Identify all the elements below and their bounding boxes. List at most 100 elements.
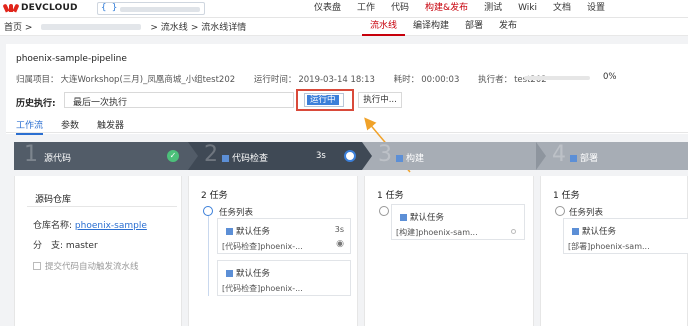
subtab-compile-build[interactable]: 编译构建 bbox=[405, 18, 457, 36]
stage-number: 2 bbox=[204, 142, 218, 167]
status-dot-icon bbox=[511, 229, 516, 234]
task-type-icon bbox=[572, 228, 579, 235]
task-card[interactable]: 默认任务 [构建]phoenix-sam... bbox=[391, 204, 525, 240]
timeline-clock-icon bbox=[555, 206, 565, 216]
build-column: 1 任务 默认任务 [构建]phoenix-sam... bbox=[364, 176, 534, 326]
sub-header: 首页 > > 流水线 > 流水线详情 流水线 编译构建 部署 发布 bbox=[0, 18, 688, 36]
task-count: 1 任务 bbox=[553, 191, 580, 201]
top-navbar: DEVCLOUD { } 仪表盘 工作 代码 构建&发布 测试 Wiki 文档 … bbox=[0, 0, 688, 18]
history-select[interactable]: 最后一次执行 bbox=[64, 92, 294, 108]
stage-code-check[interactable]: 2 代码检查 3s bbox=[188, 142, 362, 170]
nav-dashboard[interactable]: 仪表盘 bbox=[306, 0, 349, 18]
task-type-icon bbox=[226, 228, 233, 235]
timeline-line bbox=[208, 216, 209, 296]
executor-label: 执行者： bbox=[478, 75, 513, 85]
code-braces-icon: { } bbox=[101, 3, 118, 13]
history-label: 历史执行: bbox=[16, 99, 56, 109]
task-card[interactable]: 默认任务 [部署]phoenix-sam... bbox=[563, 218, 688, 254]
history-selected-value: 最后一次执行 bbox=[73, 98, 128, 108]
task-card[interactable]: 默认任务 [代码检查]phoenix-... bbox=[217, 260, 351, 296]
stage-number: 4 bbox=[552, 142, 566, 167]
tabs-divider bbox=[6, 132, 688, 133]
task-name: 默认任务 bbox=[410, 213, 445, 223]
stage-number: 3 bbox=[378, 142, 392, 167]
breadcrumb-pipeline[interactable]: > 流水线 bbox=[150, 20, 187, 33]
repo-divider bbox=[27, 206, 177, 207]
nav-work[interactable]: 工作 bbox=[349, 0, 383, 18]
task-name: 默认任务 bbox=[236, 227, 271, 237]
stage-name: 构建 bbox=[406, 154, 425, 164]
stage-build[interactable]: 3 构建 bbox=[362, 142, 536, 170]
breadcrumb-home[interactable]: 首页 > bbox=[4, 20, 32, 33]
duration-value: 00:00:03 bbox=[421, 75, 460, 85]
running-spinner-icon bbox=[344, 150, 356, 162]
check-icon: ✓ bbox=[167, 150, 179, 162]
task-list-label: 任务列表 bbox=[219, 208, 254, 218]
status-field: 运行中 bbox=[304, 93, 344, 107]
timeline-clock-icon bbox=[379, 206, 389, 216]
repo-label: 仓库名称: bbox=[33, 221, 73, 231]
nav-wiki[interactable]: Wiki bbox=[510, 0, 545, 18]
stage-type-icon bbox=[396, 155, 403, 162]
progress-bar bbox=[524, 76, 590, 80]
project-name-redacted bbox=[120, 7, 200, 12]
nav-code[interactable]: 代码 bbox=[383, 0, 417, 18]
auto-trigger-label: 提交代码自动触发流水线 bbox=[45, 262, 139, 272]
stage-source[interactable]: 1 源代码 ✓ bbox=[14, 142, 188, 170]
source-column: 源码仓库 仓库名称: phoenix-sample 分 支: master 提交… bbox=[14, 176, 182, 326]
stage-name: 代码检查 bbox=[232, 154, 269, 164]
task-subtitle: [构建]phoenix-sam... bbox=[396, 228, 478, 237]
status-running-text: 运行中 bbox=[307, 95, 339, 105]
brand-name: DEVCLOUD bbox=[21, 3, 78, 13]
breadcrumb-detail: > 流水线详情 bbox=[190, 23, 247, 33]
eye-icon[interactable]: ◉ bbox=[336, 239, 344, 249]
code-check-column: 2 任务 任务列表 默认任务 3s [代码检查]phoenix-... ◉ 默认… bbox=[188, 176, 358, 326]
branch-value: master bbox=[65, 241, 98, 251]
task-type-icon bbox=[400, 214, 407, 221]
stage-deploy[interactable]: 4 部署 bbox=[536, 142, 688, 170]
task-count: 1 任务 bbox=[377, 191, 404, 201]
run-time-value: 2019-03-14 18:13 bbox=[298, 75, 375, 85]
project-value: 大连Workshop(三月)_凤凰商城_小组test202 bbox=[60, 75, 236, 85]
task-list-label: 任务列表 bbox=[569, 208, 604, 218]
task-name: 默认任务 bbox=[236, 269, 271, 279]
progress-percent: 0% bbox=[603, 72, 617, 82]
task-subtitle: [代码检查]phoenix-... bbox=[222, 284, 303, 293]
pipeline-meta: 归属项目： 大连Workshop(三月)_凤凰商城_小组test202 运行时间：… bbox=[16, 73, 549, 85]
task-name: 默认任务 bbox=[582, 227, 617, 237]
subtab-deploy[interactable]: 部署 bbox=[457, 18, 491, 36]
repo-link[interactable]: phoenix-sample bbox=[75, 221, 147, 231]
sub-tabs: 流水线 编译构建 部署 发布 bbox=[362, 18, 525, 36]
auto-trigger-checkbox[interactable] bbox=[33, 262, 41, 270]
nav-build-release[interactable]: 构建&发布 bbox=[417, 0, 476, 18]
nav-docs[interactable]: 文档 bbox=[545, 0, 579, 18]
status-highlight-box: 运行中 bbox=[296, 89, 354, 111]
run-time-label: 运行时间： bbox=[253, 75, 297, 85]
stage-type-icon bbox=[222, 155, 229, 162]
task-type-icon bbox=[226, 270, 233, 277]
pipeline-name: phoenix-sample-pipeline bbox=[16, 54, 127, 64]
task-subtitle: [部署]phoenix-sam... bbox=[568, 242, 650, 251]
subtab-release[interactable]: 发布 bbox=[491, 18, 525, 36]
breadcrumb: 首页 > > 流水线 > 流水线详情 bbox=[4, 20, 246, 33]
nav-test[interactable]: 测试 bbox=[476, 0, 510, 18]
task-subtitle: [代码检查]phoenix-... bbox=[222, 242, 303, 251]
nav-settings[interactable]: 设置 bbox=[579, 0, 613, 18]
project-label: 归属项目： bbox=[16, 75, 59, 85]
devcloud-logo[interactable]: DEVCLOUD bbox=[2, 3, 78, 13]
repo-title: 源码仓库 bbox=[35, 195, 72, 205]
task-time: 3s bbox=[334, 225, 344, 234]
stage-name: 部署 bbox=[580, 154, 599, 164]
stage-type-icon bbox=[570, 155, 577, 162]
subtab-pipeline[interactable]: 流水线 bbox=[362, 18, 406, 36]
task-count: 2 任务 bbox=[201, 191, 228, 201]
project-selector[interactable]: { } bbox=[97, 2, 205, 15]
breadcrumb-project-redacted[interactable] bbox=[41, 23, 142, 30]
main-nav: 仪表盘 工作 代码 构建&发布 测试 Wiki 文档 设置 bbox=[306, 0, 613, 18]
stage-time: 3s bbox=[316, 151, 326, 161]
task-card[interactable]: 默认任务 3s [代码检查]phoenix-... ◉ bbox=[217, 218, 351, 254]
stage-number: 1 bbox=[24, 142, 38, 167]
huawei-logo-icon bbox=[2, 3, 20, 13]
branch-label: 分 支: bbox=[33, 241, 64, 251]
stage-name: 源代码 bbox=[44, 154, 72, 164]
